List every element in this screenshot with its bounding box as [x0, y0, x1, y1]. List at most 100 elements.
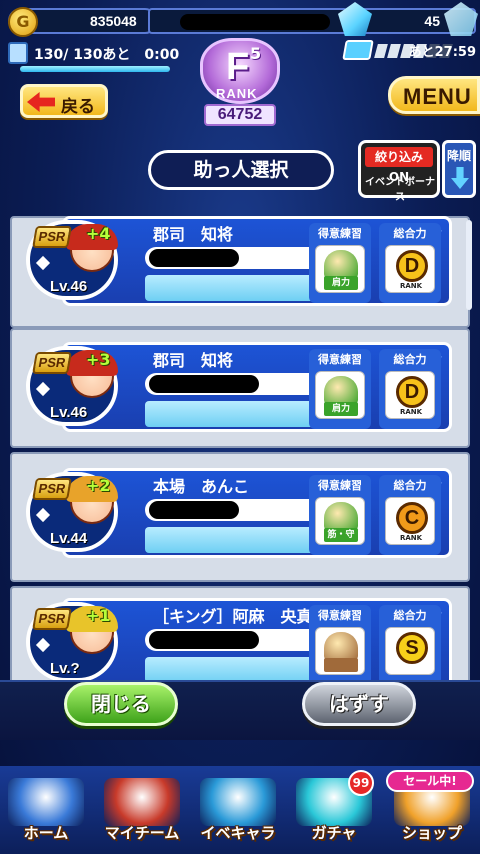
event-character-icon — [200, 778, 276, 826]
training-skill-icon — [324, 632, 358, 660]
card-body: 本場 あんこ ★ 得意練習 筋・守 総合力 C R — [62, 468, 452, 558]
card-body: 郡司 知将 ★ 得意練習 肩力 総合力 D RAN — [62, 216, 452, 306]
gem-add-icon[interactable] — [444, 2, 478, 36]
stamina-text: 130/ 130あと 0:00 — [34, 47, 180, 63]
gem-value: 45 — [424, 13, 440, 29]
nav-event-characters[interactable]: イベキャラ — [192, 770, 284, 852]
training-skill-icon — [324, 502, 358, 530]
team-icon — [104, 778, 180, 826]
card-level: Lv.46 — [50, 278, 88, 295]
character-name: 郡司 知将 — [153, 225, 234, 244]
helper-card[interactable]: 郡司 知将 ★ 得意練習 肩力 総合力 D RAN — [26, 336, 452, 436]
plus-level: +1 — [86, 606, 111, 625]
training-skill-icon — [324, 376, 358, 404]
coin-icon: G — [8, 7, 38, 37]
coin-counter: G 835048 — [8, 7, 158, 37]
nav-shop[interactable]: ショップ セール中! — [386, 770, 478, 852]
redacted-owner — [149, 501, 239, 519]
power-header: 総合力 — [393, 227, 427, 240]
helper-card[interactable]: 郡司 知将 ★ 得意練習 肩力 総合力 D RAN — [26, 210, 452, 310]
power-box: 総合力 D RANK — [379, 349, 441, 429]
card-body: ［キング］阿麻 央真 ★ 得意練習 総合力 S — [62, 598, 452, 688]
card-level: Lv.44 — [50, 530, 88, 547]
gem-counter[interactable]: 45 — [338, 2, 478, 36]
character-avatar: PSR +1 Lv.? — [26, 602, 118, 682]
character-name: 郡司 知将 — [153, 351, 234, 370]
remove-button[interactable]: はずす — [302, 682, 416, 726]
menu-label: MENU — [403, 84, 472, 109]
grade-tile: D RANK — [385, 245, 435, 293]
practice-header: 得意練習 — [318, 353, 362, 366]
practice-box: 得意練習 — [309, 605, 371, 685]
practice-box: 得意練習 筋・守 — [309, 475, 371, 555]
rank-emblem[interactable]: F 5 RANK 64752 — [176, 30, 304, 130]
practice-header: 得意練習 — [318, 227, 362, 240]
character-avatar: PSR +3 Lv.46 — [26, 346, 118, 426]
nav-my-team[interactable]: マイチーム — [96, 770, 188, 852]
rank-superscript: 5 — [250, 44, 262, 63]
practice-box: 得意練習 肩力 — [309, 223, 371, 303]
back-button[interactable]: 戻る — [20, 84, 108, 118]
practice-tile — [315, 627, 365, 675]
sort-label: 降順 — [447, 149, 472, 163]
nav-label-gacha: ガチャ — [311, 824, 357, 842]
grade-sublabel: RANK — [399, 534, 423, 542]
ticket-bar: あと27:59 — [342, 40, 478, 62]
filter-button[interactable]: 絞り込みON イベントボーナス — [358, 140, 440, 203]
page-title: 助っ人選択 — [148, 150, 334, 190]
stamina-fill — [20, 66, 170, 72]
character-avatar: PSR +2 Lv.44 — [26, 472, 118, 552]
diamond-icon — [35, 507, 51, 523]
grade-letter: D — [396, 376, 428, 408]
filter-label: イベントボーナス — [365, 177, 435, 203]
gacha-count-badge: 99 — [348, 770, 374, 796]
close-button[interactable]: 閉じる — [64, 682, 178, 726]
nav-label-shop: ショップ — [401, 824, 462, 842]
practice-tile: 肩力 — [315, 245, 365, 293]
diamond-icon — [35, 637, 51, 653]
menu-button[interactable]: MENU — [388, 76, 480, 114]
scrollbar[interactable] — [466, 220, 472, 310]
plus-level: +3 — [86, 350, 111, 369]
stamina-gauge — [20, 66, 170, 72]
power-box: 総合力 D RANK — [379, 223, 441, 303]
practice-tile: 筋・守 — [315, 497, 365, 545]
redacted-owner — [149, 375, 259, 393]
practice-label — [324, 658, 358, 672]
rank-letter: F — [226, 46, 250, 88]
character-name: 本場 あんこ — [153, 477, 250, 496]
bottom-nav: ホーム マイチーム イベキャラ ガチャ 99 ショップ セール中! — [0, 766, 480, 854]
power-header: 総合力 — [393, 609, 427, 622]
practice-label: 肩力 — [324, 276, 358, 290]
nav-label-my-team: マイチーム — [104, 824, 180, 842]
stamina-bar: 130/ 130あと 0:00 — [4, 40, 179, 74]
nav-home[interactable]: ホーム — [0, 770, 92, 852]
card-level: Lv.46 — [50, 404, 88, 421]
helper-card[interactable]: 本場 あんこ ★ 得意練習 筋・守 総合力 C R — [26, 462, 452, 562]
sort-button[interactable]: 降順 — [442, 140, 476, 198]
grade-tile: D RANK — [385, 371, 435, 419]
practice-box: 得意練習 肩力 — [309, 349, 371, 429]
sale-badge: セール中! — [386, 770, 474, 792]
practice-header: 得意練習 — [318, 479, 362, 492]
power-header: 総合力 — [393, 479, 427, 492]
back-arrow-icon — [27, 92, 55, 112]
ticket-slot — [374, 44, 388, 58]
character-name: ［キング］阿麻 央真 — [153, 607, 313, 626]
sort-down-arrow-icon — [451, 167, 469, 189]
rarity-badge: PSR — [32, 478, 72, 500]
nav-gacha[interactable]: ガチャ 99 — [288, 770, 380, 852]
power-box: 総合力 S — [379, 605, 441, 685]
grade-letter: C — [396, 502, 428, 534]
ticket-timer: あと27:59 — [408, 45, 476, 60]
diamond-icon — [35, 381, 51, 397]
rarity-badge: PSR — [32, 226, 72, 248]
redacted-owner — [149, 249, 239, 267]
power-header: 総合力 — [393, 353, 427, 366]
filter-status: 絞り込みON — [365, 147, 433, 184]
rarity-badge: PSR — [32, 608, 72, 630]
grade-letter: D — [396, 250, 428, 282]
coin-value: 835048 — [90, 13, 137, 29]
helper-card[interactable]: ［キング］阿麻 央真 ★ 得意練習 総合力 S — [26, 592, 452, 692]
grade-letter: S — [396, 632, 428, 664]
